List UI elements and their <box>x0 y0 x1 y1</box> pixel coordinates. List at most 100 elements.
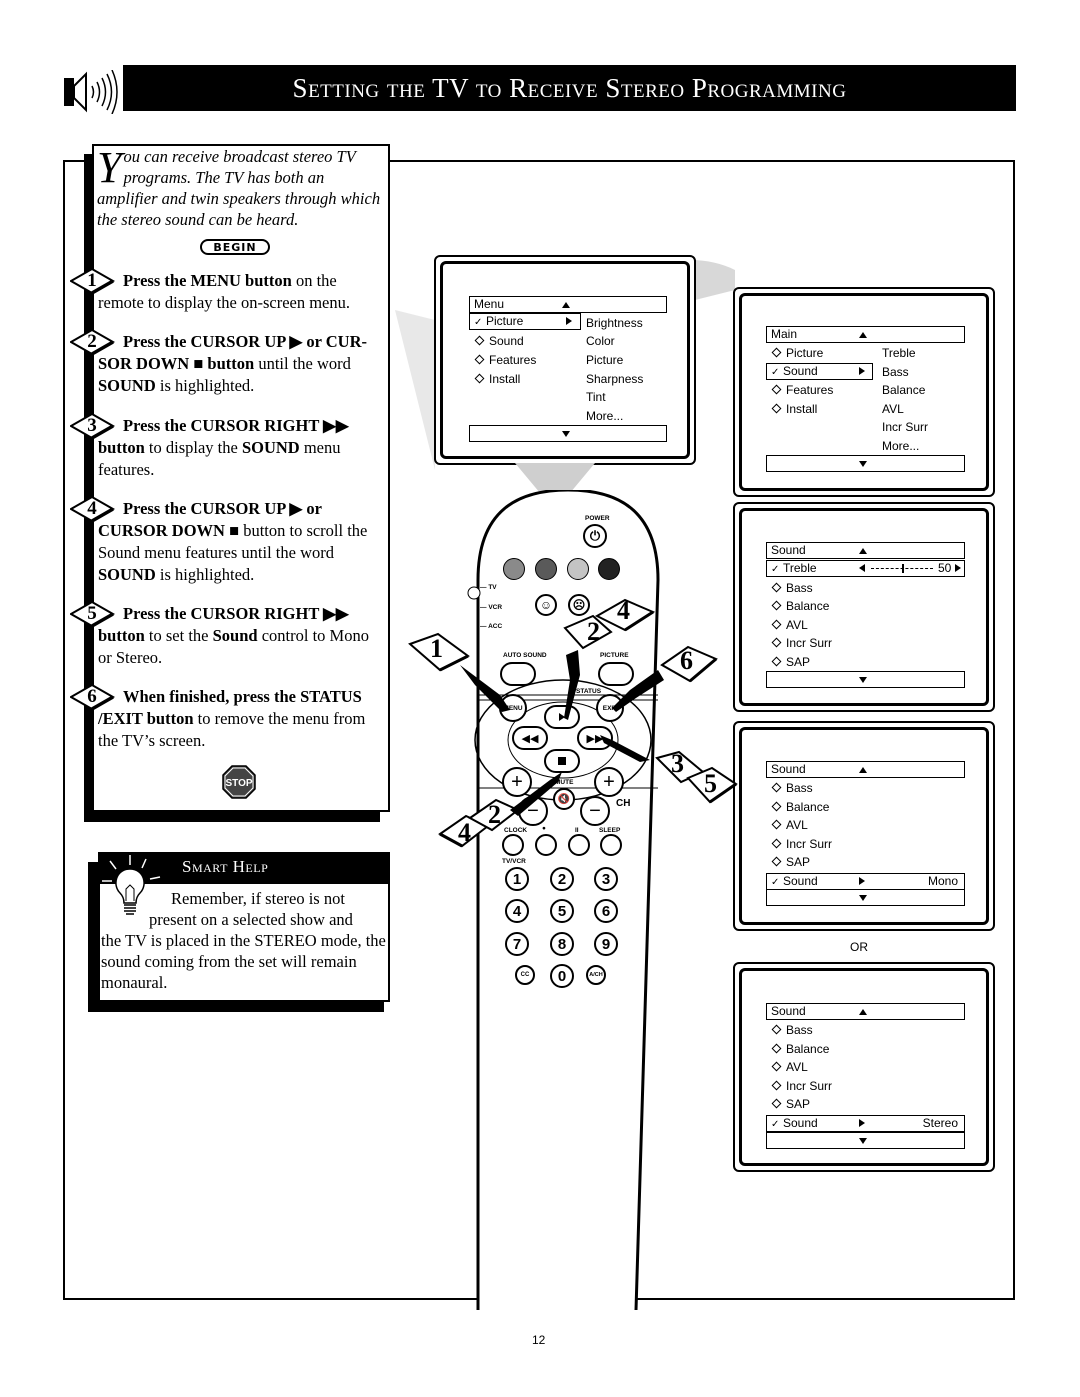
menu-item-picture-selected[interactable]: ✓ Picture <box>469 313 581 330</box>
menu-item-features[interactable]: Features <box>771 381 833 399</box>
digit-button-4[interactable]: 4 <box>505 899 529 923</box>
menu-item-avl[interactable]: AVL <box>771 1058 808 1076</box>
tv-screen-sound-stereo: Sound Bass Balance AVL Incr Surr SAP ✓ So… <box>733 962 995 1172</box>
step-number-badge: 5 <box>68 600 116 628</box>
diamond-icon <box>474 354 485 365</box>
menu-item-install[interactable]: Install <box>474 370 520 388</box>
menu-item-avl[interactable]: AVL <box>771 616 808 634</box>
step-4: 4 Press the CURSOR UP ▶ or CURSOR DOWN ■… <box>68 495 386 586</box>
submenu-item: Sharpness <box>586 372 644 386</box>
smart-help-text: Remember, if stereo is not present on a … <box>101 889 386 992</box>
submenu-item: Tint <box>586 390 606 404</box>
menu-item-sap[interactable]: SAP <box>771 853 810 871</box>
drop-cap: Y <box>97 143 122 192</box>
right-arrow-icon <box>859 1119 865 1127</box>
page-number: 12 <box>532 1333 546 1347</box>
menu-item-treble-selected[interactable]: ✓ Treble 50 <box>766 560 965 577</box>
menu-item-sound-selected[interactable]: ✓ Sound <box>766 363 873 380</box>
power-icon: ⏻ <box>589 528 601 543</box>
right-arrow-icon <box>955 564 961 572</box>
diamond-icon <box>771 637 782 648</box>
hand-pointing-up-icon <box>564 650 580 720</box>
diamond-icon <box>771 838 782 849</box>
menu-item-balance[interactable]: Balance <box>771 597 829 615</box>
right-arrow-icon <box>859 367 865 375</box>
or-separator: OR <box>850 940 868 954</box>
menu-item-sound[interactable]: Sound <box>474 332 524 350</box>
menu-footer-bar <box>469 425 667 442</box>
smart-sound-happy-button[interactable]: ☺ <box>535 594 557 616</box>
submenu-item: Brightness <box>586 316 643 330</box>
page-title-bar: Setting the TV to Receive Stereo Program… <box>123 65 1016 111</box>
mode-label-acc: — ACC <box>480 623 503 630</box>
digit-button-1[interactable]: 1 <box>505 867 529 891</box>
power-button[interactable]: ⏻ <box>583 524 607 548</box>
step-2: 2 Press the CURSOR UP ▶ or CUR-SOR DOWN … <box>68 328 386 397</box>
step-number-badge: 3 <box>68 412 116 440</box>
hand-pointing-menu-icon <box>460 665 510 712</box>
cc-button[interactable]: CC <box>515 965 535 985</box>
menu-item-balance[interactable]: Balance <box>771 1040 829 1058</box>
step-number-badge: 2 <box>68 328 116 356</box>
digit-button-8[interactable]: 8 <box>550 932 574 956</box>
up-arrow-icon <box>859 548 867 554</box>
menu-footer-bar <box>766 1132 965 1149</box>
right-arrow-icon <box>566 317 572 325</box>
diamond-icon <box>771 619 782 630</box>
step-6: 6 When finished, press the STATUS /EXIT … <box>68 683 386 752</box>
treble-slider[interactable] <box>871 564 933 573</box>
digit-button-6[interactable]: 6 <box>594 899 618 923</box>
color-button-1[interactable] <box>503 558 525 580</box>
page-title: Setting the TV to Receive Stereo Program… <box>292 72 847 103</box>
smart-help-title: Smart Help <box>182 857 269 876</box>
ach-button[interactable]: A/CH <box>586 965 606 985</box>
menu-item-balance[interactable]: Balance <box>771 798 829 816</box>
hand-pointing-right-icon <box>600 735 650 762</box>
menu-item-sap[interactable]: SAP <box>771 1095 810 1113</box>
diamond-icon <box>771 782 782 793</box>
menu-title-bar: Main <box>766 326 965 343</box>
color-button-3[interactable] <box>567 558 589 580</box>
down-arrow-icon <box>562 431 570 437</box>
menu-item-bass[interactable]: Bass <box>771 779 813 797</box>
down-arrow-icon <box>859 461 867 467</box>
power-label: POWER <box>585 515 610 522</box>
submenu-item: AVL <box>882 402 904 416</box>
digit-button-9[interactable]: 9 <box>594 932 618 956</box>
tv-screen-menu: Menu ✓ Picture Sound Features Install Bri… <box>434 255 696 465</box>
digit-button-3[interactable]: 3 <box>594 867 618 891</box>
color-button-2[interactable] <box>535 558 557 580</box>
menu-item-incr-surr[interactable]: Incr Surr <box>771 634 832 652</box>
menu-item-sound-selected[interactable]: ✓ Sound Stereo <box>766 1115 965 1132</box>
submenu-item: Bass <box>882 365 909 379</box>
menu-item-avl[interactable]: AVL <box>771 816 808 834</box>
submenu-item: Treble <box>882 346 916 360</box>
menu-item-incr-surr[interactable]: Incr Surr <box>771 835 832 853</box>
digit-button-7[interactable]: 7 <box>505 932 529 956</box>
diamond-icon <box>771 1024 782 1035</box>
treble-value: 50 <box>938 561 952 575</box>
submenu-item: More... <box>882 439 920 453</box>
menu-item-sap[interactable]: SAP <box>771 653 810 671</box>
begin-badge: BEGIN <box>200 239 270 255</box>
menu-item-features[interactable]: Features <box>474 351 536 369</box>
digit-button-2[interactable]: 2 <box>550 867 574 891</box>
mode-label-tv: — TV <box>480 584 497 591</box>
digit-button-0[interactable]: 0 <box>550 964 574 988</box>
diamond-icon <box>771 1043 782 1054</box>
speaker-icon <box>62 69 122 115</box>
up-arrow-icon <box>562 302 570 308</box>
hand-pointing-down-icon <box>510 772 562 816</box>
smart-sound-sad-button[interactable]: ☹ <box>568 594 590 616</box>
digit-button-5[interactable]: 5 <box>550 899 574 923</box>
menu-item-picture[interactable]: Picture <box>771 344 823 362</box>
left-arrow-icon <box>859 564 865 572</box>
up-arrow-icon <box>859 1009 867 1015</box>
menu-item-install[interactable]: Install <box>771 400 817 418</box>
treble-slider-knob[interactable] <box>902 564 904 573</box>
menu-footer-bar <box>766 455 965 472</box>
menu-item-bass[interactable]: Bass <box>771 579 813 597</box>
menu-item-incr-surr[interactable]: Incr Surr <box>771 1077 832 1095</box>
color-button-4[interactable] <box>598 558 620 580</box>
menu-item-bass[interactable]: Bass <box>771 1021 813 1039</box>
